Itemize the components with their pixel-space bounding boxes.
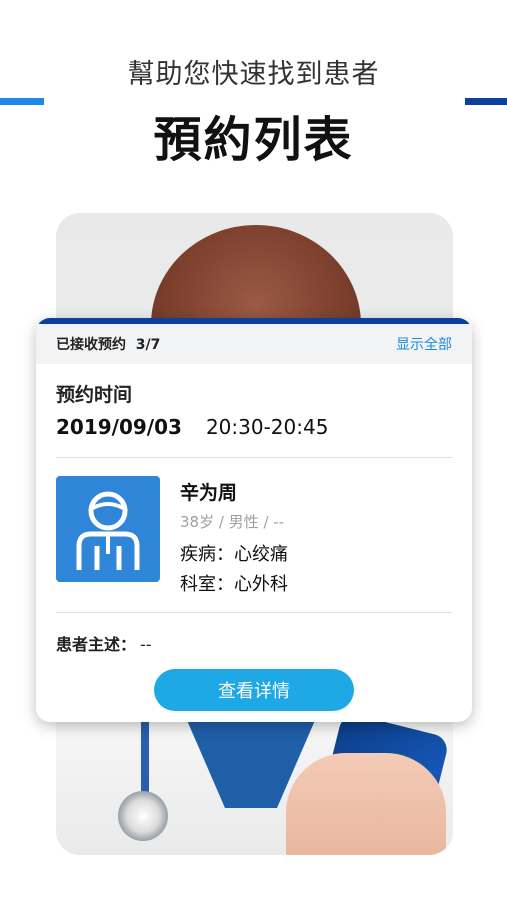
patient-disease: 疾病：心绞痛 xyxy=(180,540,288,566)
hand-image xyxy=(286,753,446,855)
disease-value: 心绞痛 xyxy=(234,544,288,565)
appointment-time: 2019/09/03 20:30-20:45 xyxy=(56,415,452,439)
appointment-range: 20:30-20:45 xyxy=(205,415,329,439)
promo-subtitle: 幫助您快速找到患者 xyxy=(127,59,380,90)
stethoscope-icon xyxy=(118,791,168,841)
appointment-card: 已接收预约 3/7 显示全部 预约时间 2019/09/03 20:30-20:… xyxy=(36,318,472,722)
appointment-time-block: 预约时间 2019/09/03 20:30-20:45 xyxy=(36,364,472,439)
show-all-link[interactable]: 显示全部 xyxy=(396,334,452,354)
department-value: 心外科 xyxy=(234,574,288,595)
complaint-label: 患者主述： xyxy=(56,635,137,654)
patient-meta: 38岁 / 男性 / -- xyxy=(180,513,285,531)
avatar-glyph-icon xyxy=(76,491,140,570)
patient-department: 科室：心外科 xyxy=(180,570,288,596)
received-ratio: 3/7 xyxy=(135,337,161,353)
view-details-button[interactable]: 查看详情 xyxy=(154,669,354,711)
complaint-row: 患者主述： -- xyxy=(36,613,472,655)
patient-row: 辛为周 38岁 / 男性 / -- 疾病：心绞痛 科室：心外科 xyxy=(36,458,472,612)
received-label: 已接收预约 xyxy=(56,337,126,353)
appointment-date: 2019/09/03 xyxy=(56,415,182,439)
doctor-avatar-icon xyxy=(56,476,160,582)
department-label: 科室： xyxy=(180,574,234,595)
promo-page: 幫助您快速找到患者 預約列表 已接收预约 3/7 显示全部 预约时间 2019/… xyxy=(0,0,507,900)
patient-name: 辛为周 xyxy=(180,482,238,504)
promo-headline: 預約列表 xyxy=(153,112,354,168)
disease-label: 疾病： xyxy=(180,544,234,565)
received-count: 已接收预约 3/7 xyxy=(56,334,160,354)
card-header: 已接收预约 3/7 显示全部 xyxy=(36,324,472,364)
patient-info: 辛为周 38岁 / 男性 / -- 疾病：心绞痛 科室：心外科 xyxy=(180,476,288,596)
complaint-value: -- xyxy=(140,635,152,654)
appointment-time-label: 预约时间 xyxy=(56,384,133,406)
